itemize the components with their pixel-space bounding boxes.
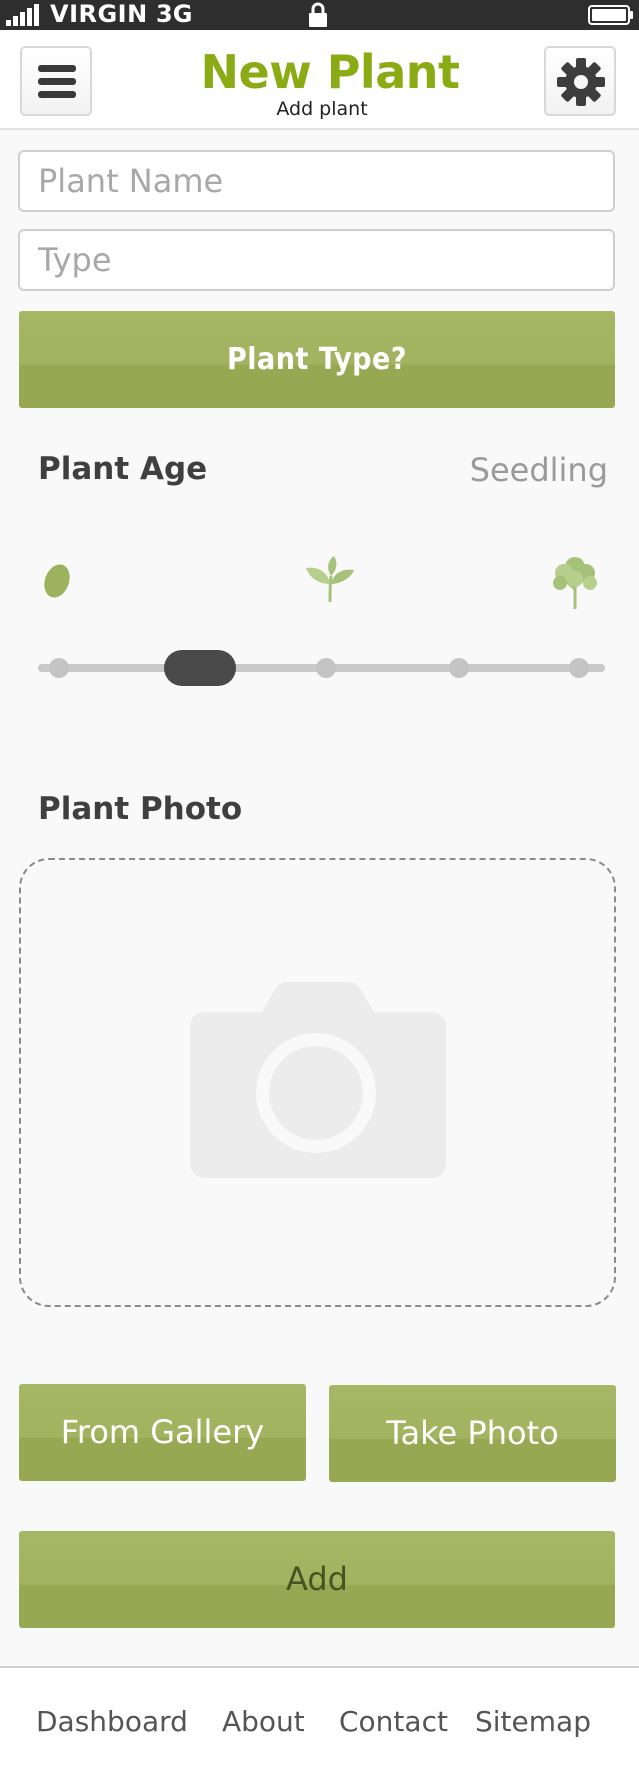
from-gallery-button[interactable]: From Gallery [19,1384,306,1481]
slider-step[interactable] [49,658,69,678]
photo-drop-area[interactable] [19,858,616,1307]
page-subtitle: Add plant [276,98,368,120]
settings-button[interactable] [544,46,616,116]
gear-icon [557,58,605,106]
plant-photo-label: Plant Photo [38,791,243,827]
app-header: New Plant Add plant [0,30,639,130]
status-bar: VIRGIN 3G [0,0,639,30]
phone-screen: VIRGIN 3G New Plant Add plant Plant Name… [0,0,639,1775]
footer-link-about[interactable]: About [222,1705,305,1738]
menu-button[interactable] [20,46,92,116]
plant-age-value: Seedling [469,451,608,489]
plant-age-label: Plant Age [38,451,208,487]
slider-step[interactable] [316,658,336,678]
page-title: New Plant [200,45,460,99]
carrier-name: VIRGIN [50,0,148,28]
battery-icon [588,5,633,25]
footer-link-sitemap[interactable]: Sitemap [475,1705,591,1738]
slider-thumb[interactable] [164,650,236,686]
take-photo-button[interactable]: Take Photo [329,1385,616,1482]
camera-icon [190,982,446,1178]
hamburger-icon [38,91,76,98]
plant-age-slider[interactable] [38,650,605,686]
type-input[interactable] [18,229,615,291]
tree-icon[interactable] [552,555,598,611]
slider-step[interactable] [569,658,589,678]
seed-icon[interactable] [42,562,72,600]
hamburger-icon [38,78,76,85]
sprout-icon[interactable] [304,554,356,604]
footer-nav: Dashboard About Contact Sitemap [0,1666,639,1775]
slider-step[interactable] [449,658,469,678]
lock-icon [309,2,327,27]
footer-link-contact[interactable]: Contact [339,1705,448,1738]
plant-name-input[interactable] [18,150,615,212]
signal-strength-icon [6,4,46,26]
plant-type-button[interactable]: Plant Type? [19,311,615,408]
hamburger-icon [38,65,76,72]
footer-link-dashboard[interactable]: Dashboard [36,1705,188,1738]
add-button[interactable]: Add [19,1531,615,1628]
network-type: 3G [156,0,193,28]
